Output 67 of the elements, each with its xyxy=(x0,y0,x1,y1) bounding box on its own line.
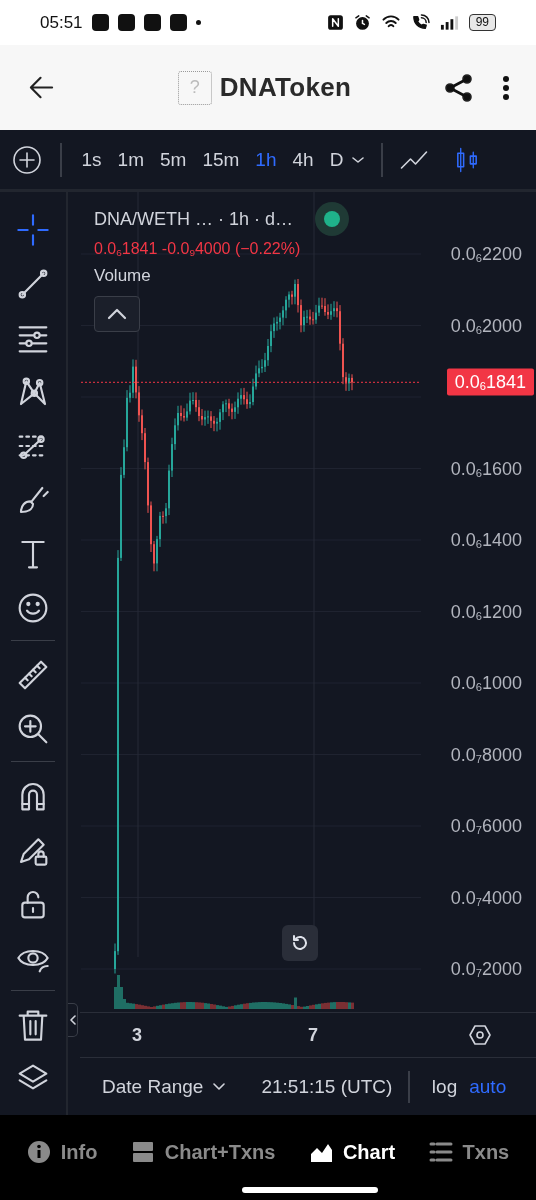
signal-icon xyxy=(439,14,459,31)
study-label: Volume xyxy=(94,266,152,286)
list-icon xyxy=(428,1140,453,1164)
nav-tab[interactable]: Chart xyxy=(308,1140,396,1164)
price-axis-label: 0.0$_{7}$4000 xyxy=(450,887,522,908)
price-axis-label: 0.0$_{6}$1400 xyxy=(450,529,522,551)
price-axis-label: 0.0$_{6}$2200 xyxy=(450,243,522,265)
crosshair-tool-icon[interactable] xyxy=(16,214,50,246)
chevron-up-icon xyxy=(107,308,127,320)
trash-tool-icon[interactable] xyxy=(16,1009,50,1041)
price-axis-label: 0.0$_{7}$2000 xyxy=(450,958,522,980)
token-title: DNAToken xyxy=(219,72,352,103)
chevron-down-icon xyxy=(213,1082,226,1091)
price-axis-label: 0.0$_{6}$1600 xyxy=(450,458,522,479)
battery-indicator: 99 xyxy=(468,14,496,31)
interval-tab[interactable]: 1h xyxy=(247,144,285,175)
price-axis-label: 0.0$_{6}$1200 xyxy=(450,601,522,622)
collapse-legend-button[interactable] xyxy=(94,296,140,332)
clock-time: 05:51 xyxy=(40,12,83,33)
reset-chart-button[interactable] xyxy=(282,925,318,961)
price-change-readout: 0.0$_{6}$1841 -0.0$_{9}$4000 (−0.22%) xyxy=(94,240,302,258)
app-icon xyxy=(169,14,187,31)
date-range-dropdown[interactable]: Date Range xyxy=(102,1075,226,1098)
settings-icon[interactable] xyxy=(468,1023,492,1047)
scale-toggle[interactable]: log xyxy=(425,1073,464,1100)
zoom-tool-icon[interactable] xyxy=(16,713,50,745)
more-options-icon[interactable] xyxy=(502,74,510,101)
collapse-toolbar-handle[interactable] xyxy=(68,1003,78,1037)
trend-line-tool-icon[interactable] xyxy=(16,268,50,300)
reset-icon xyxy=(290,933,310,953)
question-mark: ? xyxy=(189,77,200,98)
interval-tab[interactable]: 15m xyxy=(194,144,248,175)
price-axis-label: 0.0$_{7}$6000 xyxy=(450,815,522,837)
add-indicator-icon[interactable] xyxy=(12,144,42,175)
symbol-title: DNA/WETH … · 1h · d… xyxy=(94,208,294,230)
interval-tab[interactable]: 4h xyxy=(284,144,322,175)
last-price-badge: 0.0$_{6}$1841 xyxy=(446,368,534,396)
alarm-icon xyxy=(353,14,371,31)
timezone-clock[interactable]: 21:51:15 (UTC) xyxy=(261,1075,393,1098)
time-axis-label: 7 xyxy=(308,1025,318,1046)
time-axis-label: 3 xyxy=(132,1025,142,1046)
price-axis-label: 0.0$_{7}$8000 xyxy=(450,744,522,765)
share-icon[interactable] xyxy=(444,72,474,103)
interval-tab[interactable]: 5m xyxy=(152,144,195,175)
price-axis-label: 0.0$_{6}$1000 xyxy=(450,672,522,694)
nfc-icon xyxy=(326,14,344,31)
interval-dropdown-icon[interactable] xyxy=(351,155,366,164)
ruler-tool-icon[interactable] xyxy=(16,659,50,691)
wifi-call-icon xyxy=(410,14,430,31)
interval-tab[interactable]: 1s xyxy=(73,144,110,175)
interval-tab[interactable]: 1m xyxy=(109,144,152,175)
price-axis-label: 0.0$_{6}$2000 xyxy=(450,315,522,336)
more-notifications-icon xyxy=(195,20,201,25)
market-status-indicator xyxy=(315,202,350,236)
back-arrow-icon[interactable] xyxy=(28,74,55,101)
nav-tab[interactable]: Info xyxy=(26,1140,98,1164)
app-icon xyxy=(117,14,135,31)
scale-toggle[interactable]: auto xyxy=(463,1073,513,1100)
nav-tab[interactable]: Txns xyxy=(428,1140,510,1164)
nav-tab[interactable]: Chart+Txns xyxy=(130,1140,276,1164)
app-icon xyxy=(143,14,161,31)
emoji-tool-icon[interactable] xyxy=(16,592,50,624)
chevron-left-icon xyxy=(69,1015,76,1025)
app-icon xyxy=(91,14,109,31)
info-icon xyxy=(26,1140,51,1164)
interval-tab[interactable]: D xyxy=(321,144,352,175)
split-icon xyxy=(130,1140,155,1164)
